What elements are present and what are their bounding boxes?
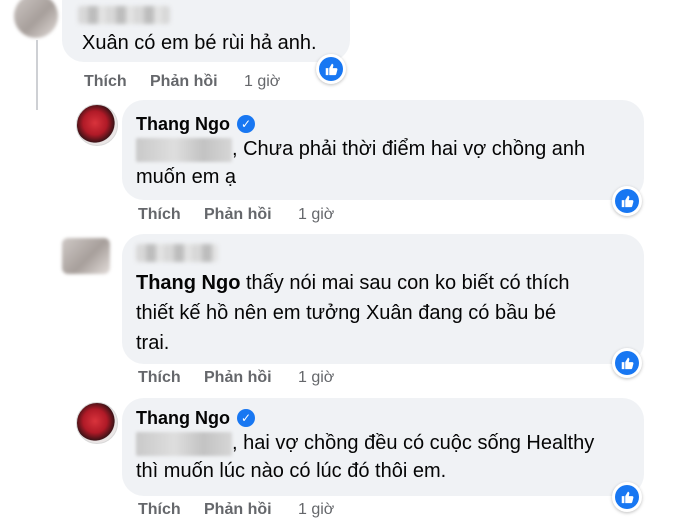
reply-button[interactable]: Phản hồi (150, 73, 218, 91)
timestamp[interactable]: 1 giờ (298, 501, 334, 519)
avatar[interactable] (76, 402, 118, 444)
comment-text-rest: thấy nói mai sau con ko biết có thích (240, 272, 570, 294)
reply-button[interactable]: Phản hồi (204, 369, 272, 387)
comment-text-line2: muốn em ạ (136, 166, 237, 188)
like-button[interactable]: Thích (138, 501, 181, 519)
reply-button[interactable]: Phản hồi (204, 206, 272, 224)
comment-text-line2: thiết kế hồ nên em tưởng Xuân đang có bầ… (136, 302, 557, 324)
thread-line (36, 40, 38, 110)
like-button[interactable]: Thích (138, 369, 181, 387)
thumbs-up-icon (615, 351, 639, 375)
avatar[interactable] (14, 0, 58, 38)
timestamp[interactable]: 1 giờ (244, 73, 280, 91)
timestamp[interactable]: 1 giờ (298, 206, 334, 224)
comment-text-line1: Thang Ngo thấy nói mai sau con ko biết c… (136, 266, 570, 300)
author-name-redacted (136, 244, 218, 262)
like-button[interactable]: Thích (84, 73, 127, 91)
mention-redacted (136, 138, 232, 162)
mention-redacted (136, 432, 232, 456)
reaction-count[interactable] (612, 186, 642, 216)
comment-text: Xuân có em bé rùi hả anh. (82, 32, 317, 54)
thumbs-up-icon (319, 57, 343, 81)
verified-badge-icon: ✓ (237, 115, 255, 133)
mention-link[interactable]: Thang Ngo (136, 272, 240, 294)
author-name[interactable]: Thang Ngo (136, 114, 230, 135)
reaction-count[interactable] (612, 482, 642, 512)
comment-text-line1: , Chưa phải thời điểm hai vợ chồng anh (232, 138, 586, 160)
timestamp[interactable]: 1 giờ (298, 369, 334, 387)
like-button[interactable]: Thích (138, 206, 181, 224)
thumbs-up-icon (615, 189, 639, 213)
avatar[interactable] (76, 104, 118, 146)
avatar[interactable] (62, 238, 110, 274)
reply-button[interactable]: Phản hồi (204, 501, 272, 519)
verified-badge-icon: ✓ (237, 409, 255, 427)
thumbs-up-icon (615, 485, 639, 509)
reaction-count[interactable] (612, 348, 642, 378)
author-name[interactable]: Thang Ngo (136, 408, 230, 429)
comment-text-line2: thì muốn lúc nào có lúc đó thôi em. (136, 460, 447, 482)
comment-text-line3: trai. (136, 332, 170, 354)
reaction-count[interactable] (316, 54, 346, 84)
author-name-redacted (78, 6, 170, 24)
